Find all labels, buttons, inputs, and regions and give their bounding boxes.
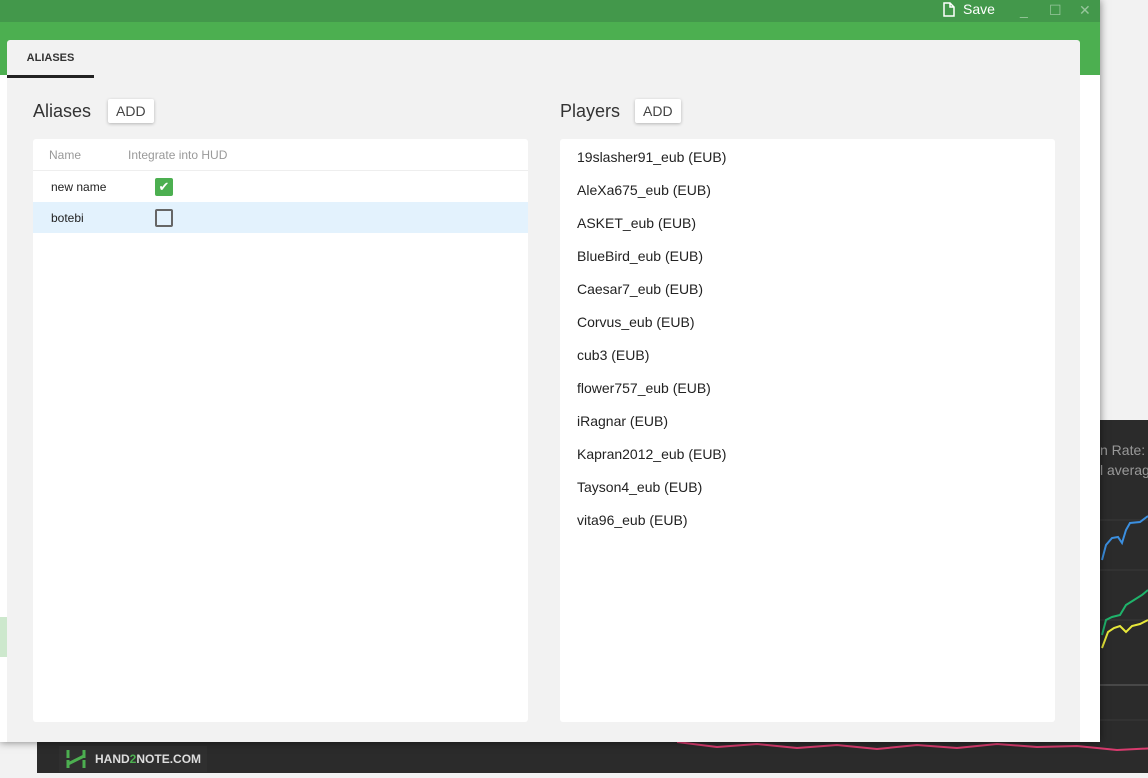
close-button[interactable]: ✕ — [1079, 2, 1091, 19]
save-label: Save — [963, 1, 995, 17]
player-item[interactable]: flower757_eub (EUB) — [560, 371, 1055, 404]
integrate-checkbox[interactable] — [155, 208, 173, 227]
player-item[interactable]: iRagnar (EUB) — [560, 404, 1055, 437]
aliases-table: Name Integrate into HUD new name ✔ boteb… — [33, 139, 528, 722]
player-item[interactable]: cub3 (EUB) — [560, 338, 1055, 371]
series-line-yellow — [1101, 619, 1148, 649]
player-item[interactable]: AleXa675_eub (EUB) — [560, 173, 1055, 206]
aliases-title: Aliases — [33, 101, 92, 121]
alias-name: new name — [51, 179, 107, 194]
file-icon — [943, 1, 955, 17]
tab-aliases[interactable]: ALIASES — [7, 40, 94, 78]
table-header: Name Integrate into HUD — [33, 139, 528, 171]
check-icon: ✔ — [158, 178, 170, 194]
add-player-button[interactable]: ADD — [635, 99, 681, 123]
alias-name: botebi — [51, 210, 84, 225]
chart-text: l averag — [1100, 462, 1148, 478]
player-item[interactable]: Corvus_eub (EUB) — [560, 305, 1055, 338]
maximize-button[interactable]: ☐ — [1049, 2, 1062, 19]
content-panel: ALIASES Aliases ADD Name Integrate into … — [7, 40, 1080, 742]
player-item[interactable]: vita96_eub (EUB) — [560, 503, 1055, 536]
chart-text: n Rate: — [1100, 442, 1146, 458]
player-item[interactable]: Tayson4_eub (EUB) — [560, 470, 1055, 503]
integrate-checkbox[interactable]: ✔ — [155, 177, 173, 196]
table-row[interactable]: new name ✔ — [33, 171, 528, 202]
player-item[interactable]: Kapran2012_eub (EUB) — [560, 437, 1055, 470]
hand2note-logo: HAND2NOTE.COM — [59, 746, 208, 772]
series-line-blue — [1101, 515, 1148, 561]
background-chart: n Rate: l averag — [1100, 420, 1148, 773]
side-accent — [0, 617, 7, 657]
player-item[interactable]: ASKET_eub (EUB) — [560, 206, 1055, 239]
background-footer: HAND2NOTE.COM — [37, 742, 1148, 773]
logo-icon — [66, 750, 86, 768]
save-button[interactable]: Save — [943, 0, 995, 18]
series-line-red — [677, 742, 1148, 752]
title-bar: Save _ ☐ ✕ — [0, 0, 1100, 22]
column-integrate: Integrate into HUD — [128, 147, 228, 162]
table-row[interactable]: botebi — [33, 202, 528, 233]
aliases-window: Save _ ☐ ✕ ALIASES Aliases ADD Name Inte… — [0, 0, 1100, 742]
player-item[interactable]: BlueBird_eub (EUB) — [560, 239, 1055, 272]
add-alias-button[interactable]: ADD — [108, 99, 154, 123]
column-name: Name — [49, 147, 82, 162]
minimize-button[interactable]: _ — [1020, 2, 1028, 18]
player-item[interactable]: 19slasher91_eub (EUB) — [560, 140, 1055, 173]
players-title: Players — [560, 101, 621, 121]
series-line-green — [1101, 589, 1148, 636]
players-list: 19slasher91_eub (EUB) AleXa675_eub (EUB) A… — [560, 139, 1055, 722]
player-item[interactable]: Caesar7_eub (EUB) — [560, 272, 1055, 305]
